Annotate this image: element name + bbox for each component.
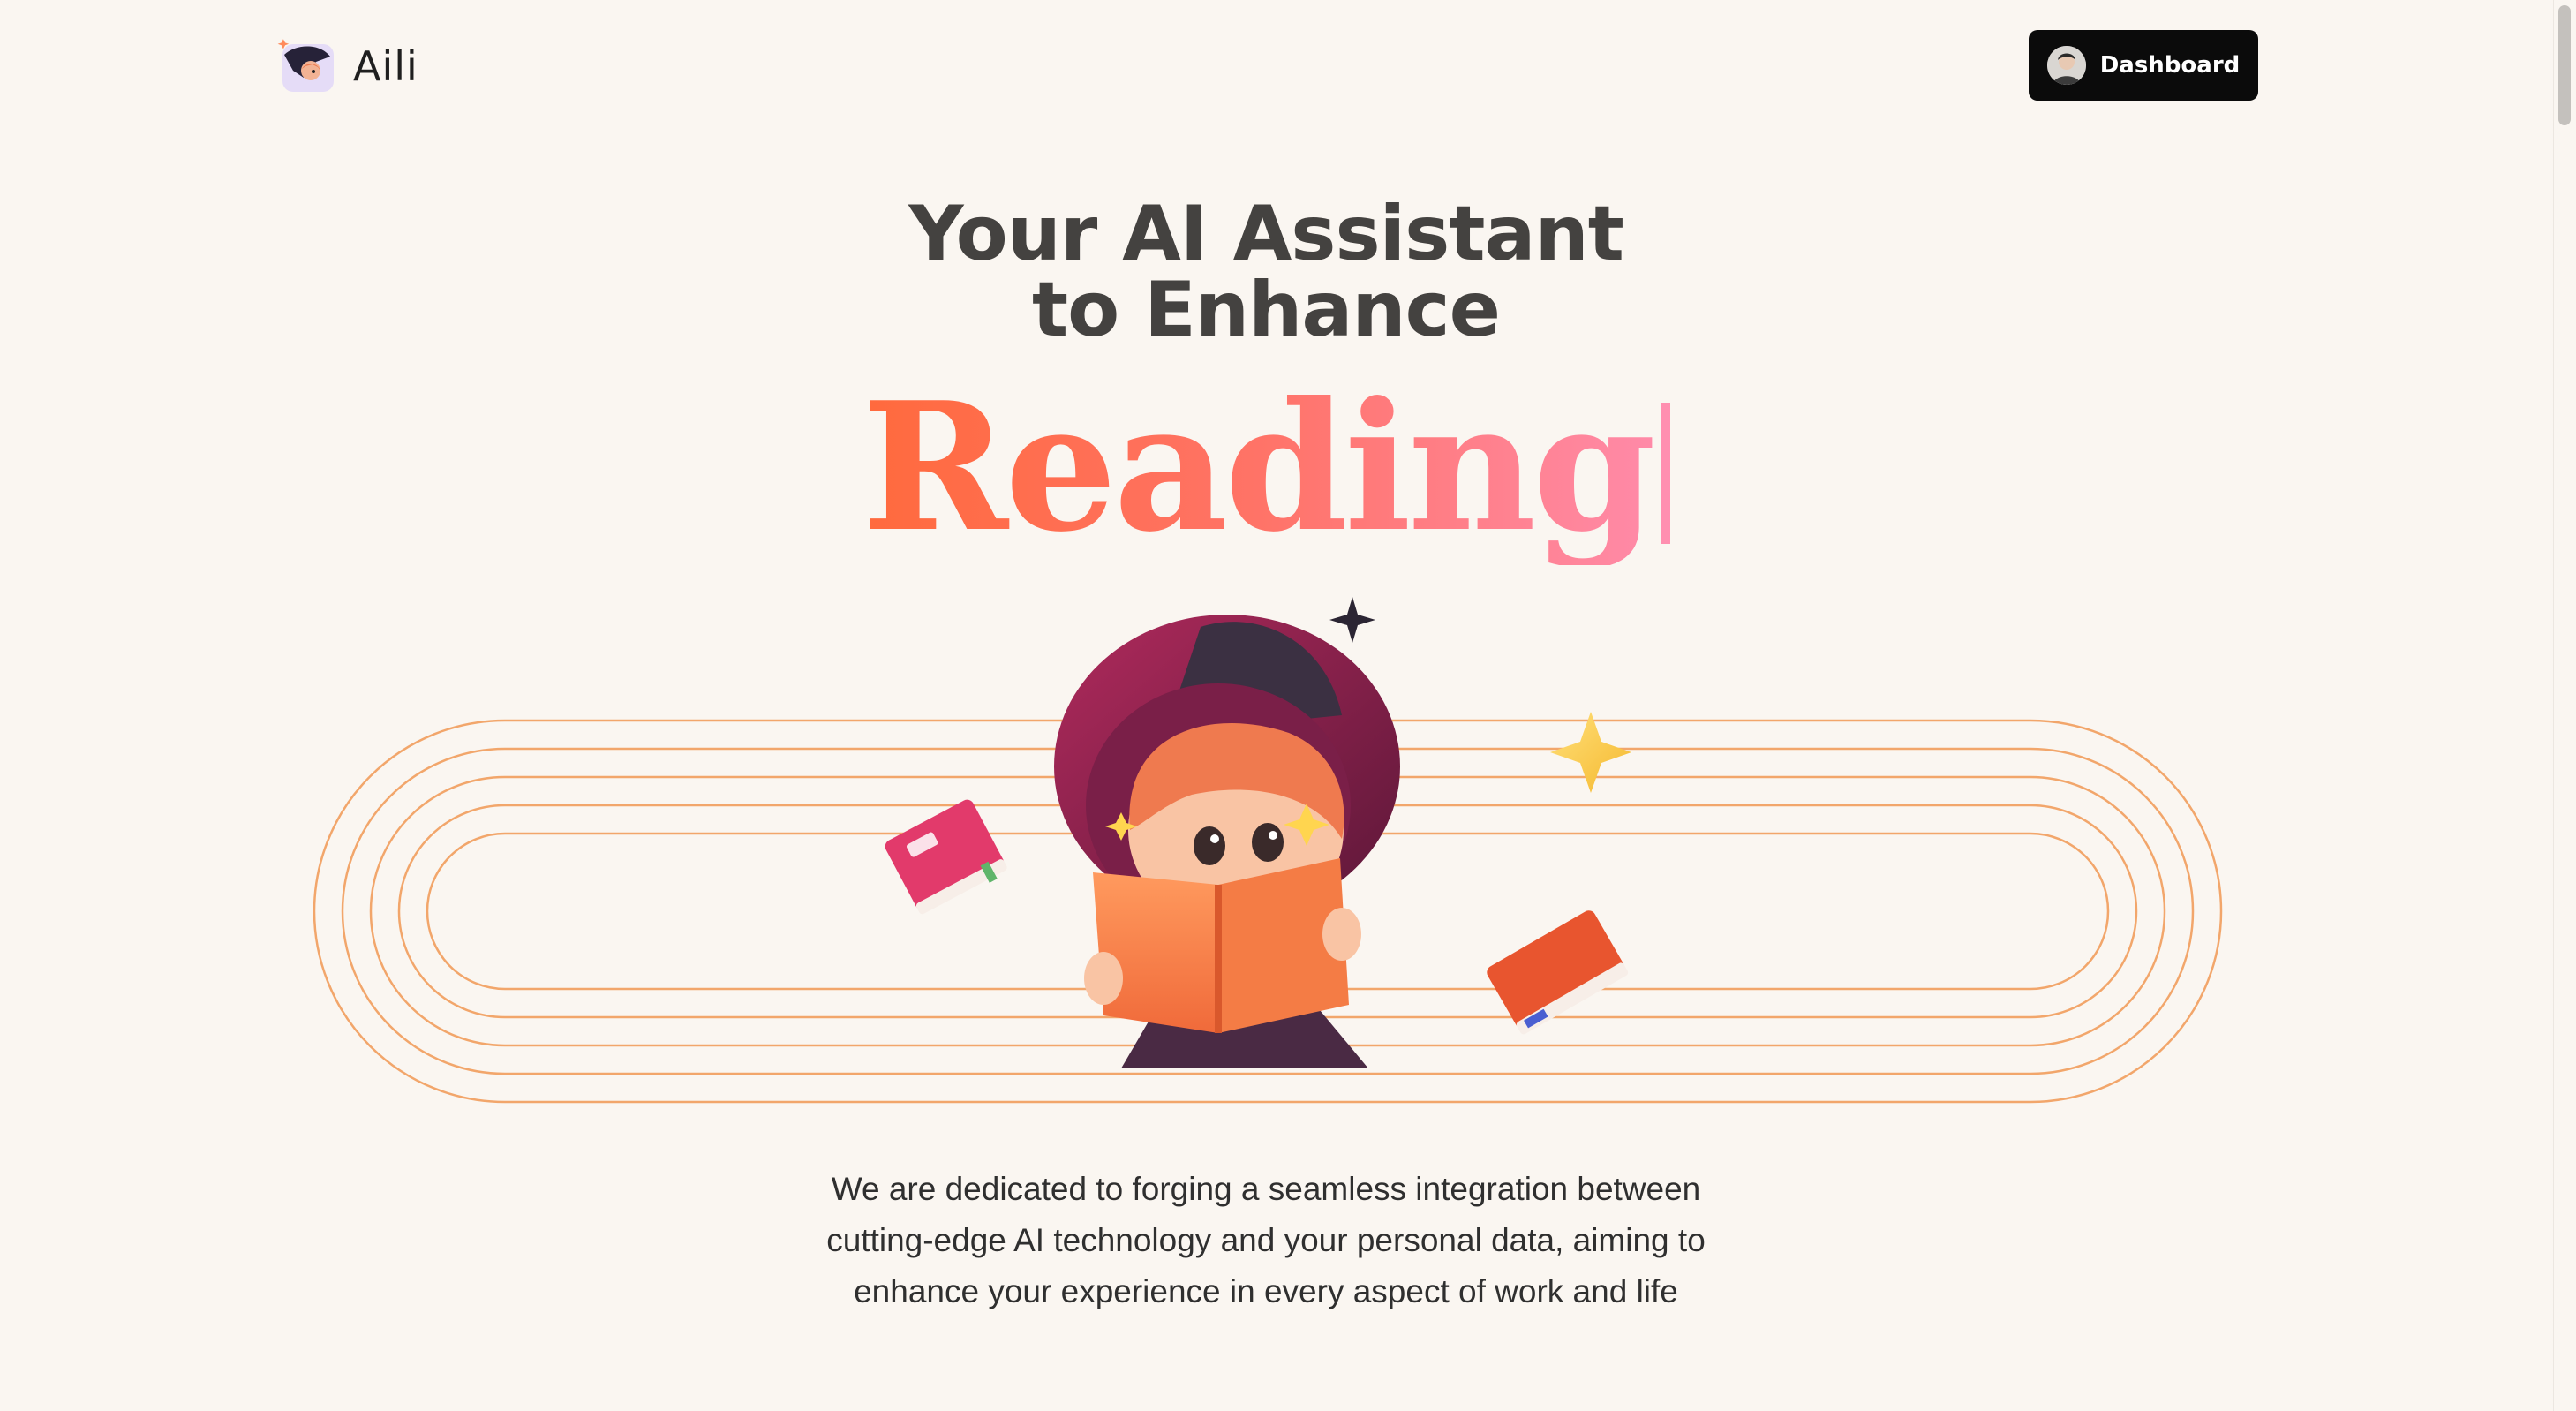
hero-keyword-container: Reading <box>0 371 2532 565</box>
dashboard-button-label: Dashboard <box>2099 52 2241 79</box>
scrollbar-thumb[interactable] <box>2558 5 2571 125</box>
description-line-2: cutting-edge AI technology and your pers… <box>826 1222 1706 1258</box>
dashboard-button[interactable]: Dashboard <box>2029 30 2258 101</box>
description-line-3: enhance your experience in every aspect … <box>854 1273 1678 1309</box>
book-icon <box>885 799 1007 915</box>
witch-mascot-icon <box>277 35 339 97</box>
hero-title-line-2: to Enhance <box>1032 266 1501 354</box>
top-navbar: Aili Dashboard <box>0 0 2553 132</box>
brand-link[interactable]: Aili <box>277 35 418 97</box>
sparkle-star-icon <box>1329 597 1375 643</box>
user-avatar-icon <box>2046 46 2086 85</box>
landing-page: Aili Dashboard Your AI Assistant to Enha… <box>0 0 2553 1411</box>
description-line-1: We are dedicated to forging a seamless i… <box>831 1171 1701 1207</box>
hero-keyword: Reading <box>861 364 1656 571</box>
hero-title-line-1: Your AI Assistant <box>908 190 1624 278</box>
star-icon <box>1550 712 1631 793</box>
girl-reading-book-illustration <box>300 574 2242 1121</box>
hero-description: We are dedicated to forging a seamless i… <box>0 1164 2532 1317</box>
typing-caret <box>1661 403 1671 544</box>
hero-title: Your AI Assistant to Enhance <box>0 196 2532 348</box>
brand-name: Aili <box>353 42 418 90</box>
vertical-scrollbar[interactable] <box>2553 0 2576 1411</box>
